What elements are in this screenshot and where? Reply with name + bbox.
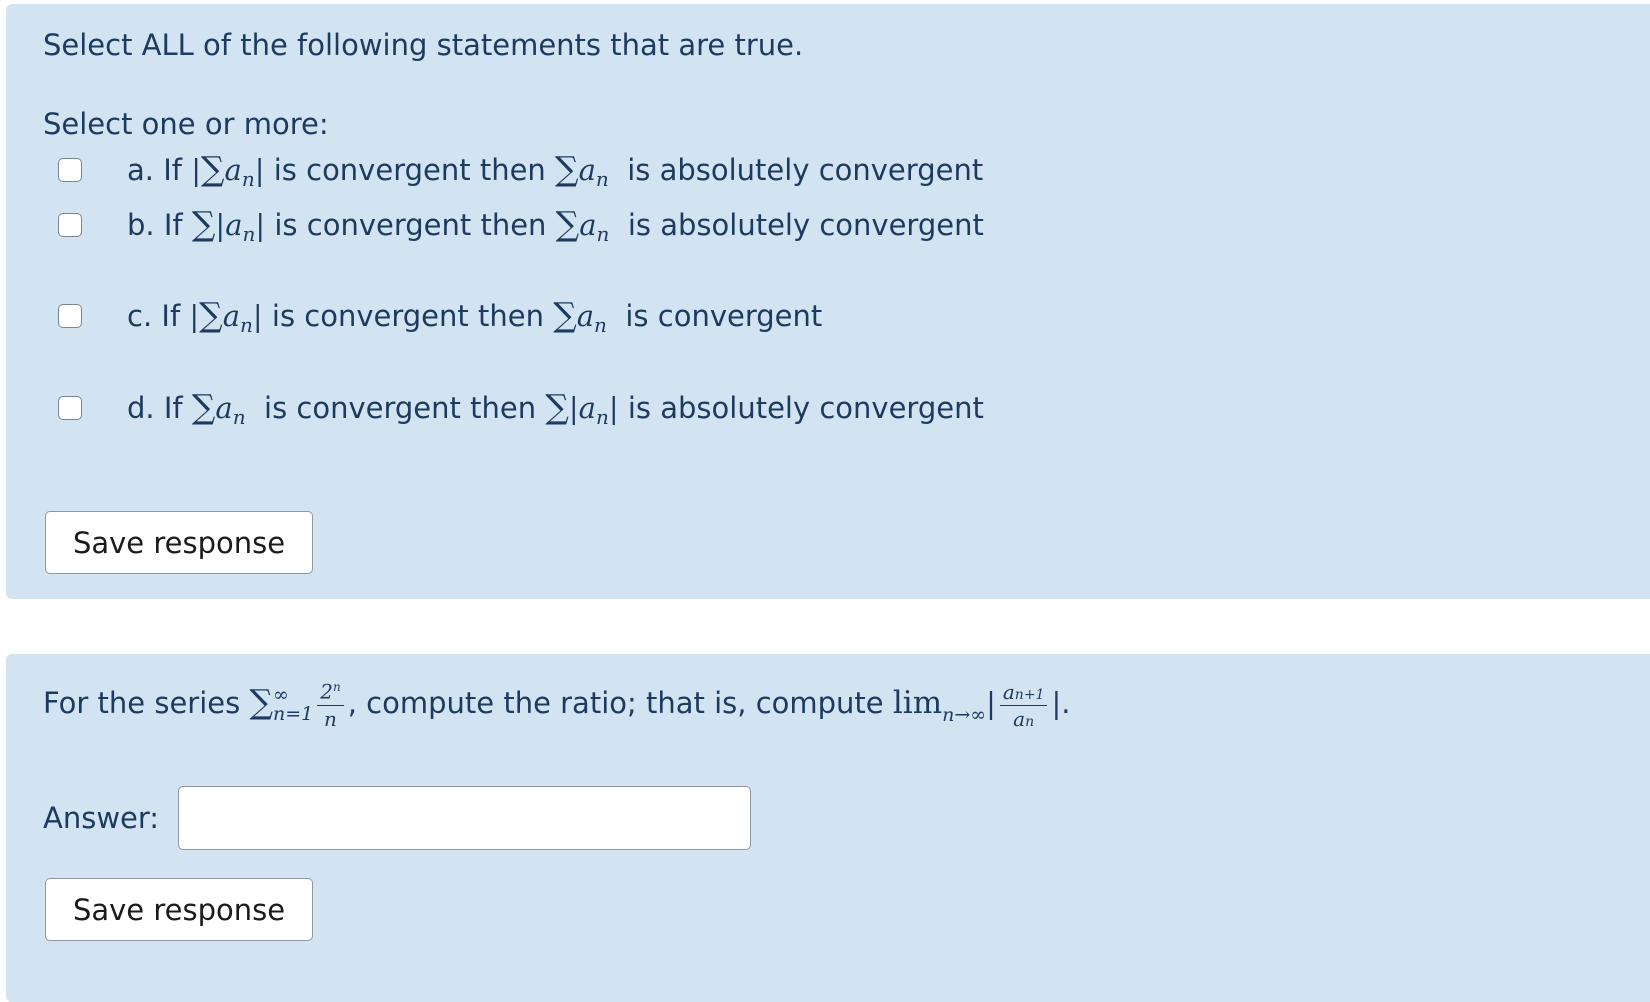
save-response-button-1[interactable]: Save response bbox=[45, 511, 313, 574]
ratio-limit-expression: limn→∞| an+1 an | bbox=[892, 679, 1062, 731]
option-b[interactable]: b. If ∑|an| is convergent then ∑an is ab… bbox=[6, 205, 1106, 246]
option-c-checkbox[interactable] bbox=[58, 304, 82, 328]
option-b-checkbox[interactable] bbox=[58, 213, 82, 237]
question-2-prompt: For the series ∑ ∞ n=1 2n n, compute the rat… bbox=[43, 679, 1071, 731]
answer-input[interactable] bbox=[178, 786, 751, 850]
option-a-checkbox[interactable] bbox=[58, 158, 82, 182]
question-2-card: For the series ∑ ∞ n=1 2n n, compute the rat… bbox=[6, 654, 1650, 1002]
option-d[interactable]: d. If ∑an is convergent then ∑|an| is ab… bbox=[6, 388, 1106, 429]
option-a[interactable]: a. If |∑an| is convergent then ∑an is ab… bbox=[6, 150, 1106, 191]
select-instruction: Select one or more: bbox=[43, 107, 329, 141]
option-b-label[interactable]: b. If ∑|an| is convergent then ∑an is ab… bbox=[127, 205, 984, 253]
question-1-card: Select ALL of the following statements t… bbox=[6, 4, 1650, 599]
option-a-label[interactable]: a. If |∑an| is convergent then ∑an is ab… bbox=[127, 150, 983, 198]
option-c-label[interactable]: c. If |∑an| is convergent then ∑an is co… bbox=[127, 296, 822, 344]
answer-label: Answer: bbox=[43, 801, 160, 835]
series-expression: ∑ ∞ n=1 2n n bbox=[249, 681, 347, 729]
question-1-prompt: Select ALL of the following statements t… bbox=[43, 28, 804, 62]
option-d-label[interactable]: d. If ∑an is convergent then ∑|an| is ab… bbox=[127, 388, 984, 436]
option-c[interactable]: c. If |∑an| is convergent then ∑an is co… bbox=[6, 296, 1106, 337]
save-response-button-2[interactable]: Save response bbox=[45, 878, 313, 941]
option-d-checkbox[interactable] bbox=[58, 396, 82, 420]
